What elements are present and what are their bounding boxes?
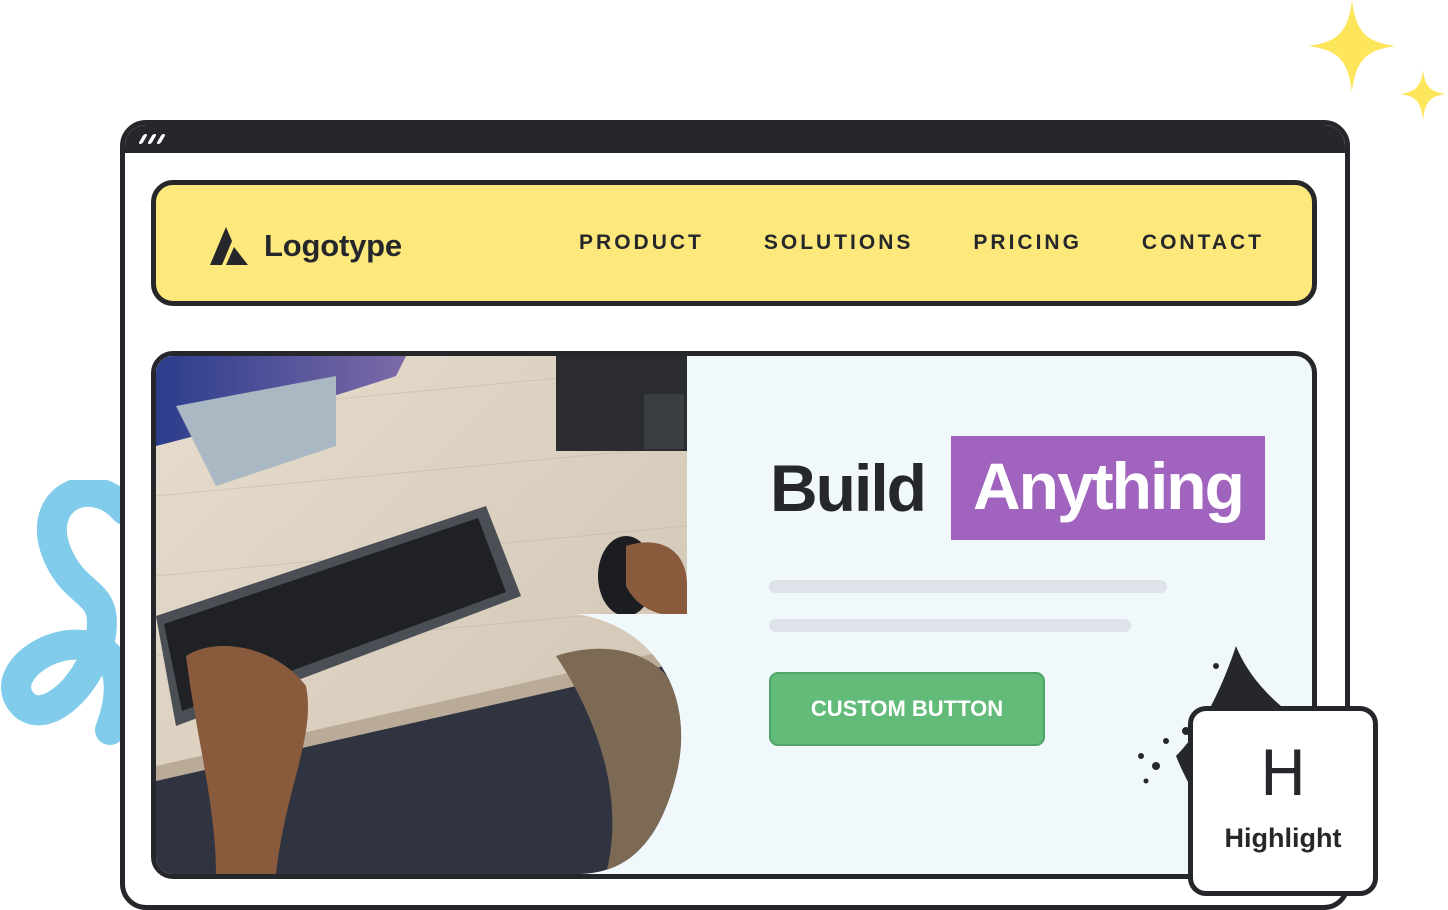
card-label: Highlight — [1224, 823, 1342, 853]
window-titlebar — [125, 125, 1345, 153]
logo-text: Logotype — [264, 228, 402, 263]
custom-button[interactable]: CUSTOM BUTTON — [769, 672, 1045, 746]
squiggle-decoration — [1, 480, 130, 745]
hero-headline: Build Anything — [770, 436, 1265, 540]
mountain-logo-icon — [210, 227, 248, 265]
headline-highlight: Anything — [950, 436, 1265, 540]
nav-item-contact[interactable]: CONTACT — [1142, 231, 1264, 255]
window-dots-icon — [138, 134, 166, 144]
browser-window: Logotype PRODUCT SOLUTIONS PRICING CONTA… — [120, 120, 1350, 910]
highlight-card[interactable]: H Highlight — [1188, 706, 1378, 896]
placeholder-text-line — [769, 619, 1131, 632]
card-letter: H — [1259, 737, 1307, 810]
hero-section: Build Anything CUSTOM BUTTON — [151, 351, 1317, 879]
nav-item-product[interactable]: PRODUCT — [579, 231, 704, 255]
placeholder-text-line — [769, 580, 1167, 593]
headline-plain: Build — [770, 451, 927, 525]
nav-item-solutions[interactable]: SOLUTIONS — [764, 231, 914, 255]
desk-workspace-photo — [156, 356, 687, 874]
sparkle-icons — [1308, 0, 1446, 120]
nav-item-pricing[interactable]: PRICING — [973, 231, 1082, 255]
logo[interactable]: Logotype — [208, 225, 402, 267]
nav-menu: PRODUCT SOLUTIONS PRICING CONTACT — [579, 231, 1264, 255]
navbar: Logotype PRODUCT SOLUTIONS PRICING CONTA… — [151, 180, 1317, 306]
